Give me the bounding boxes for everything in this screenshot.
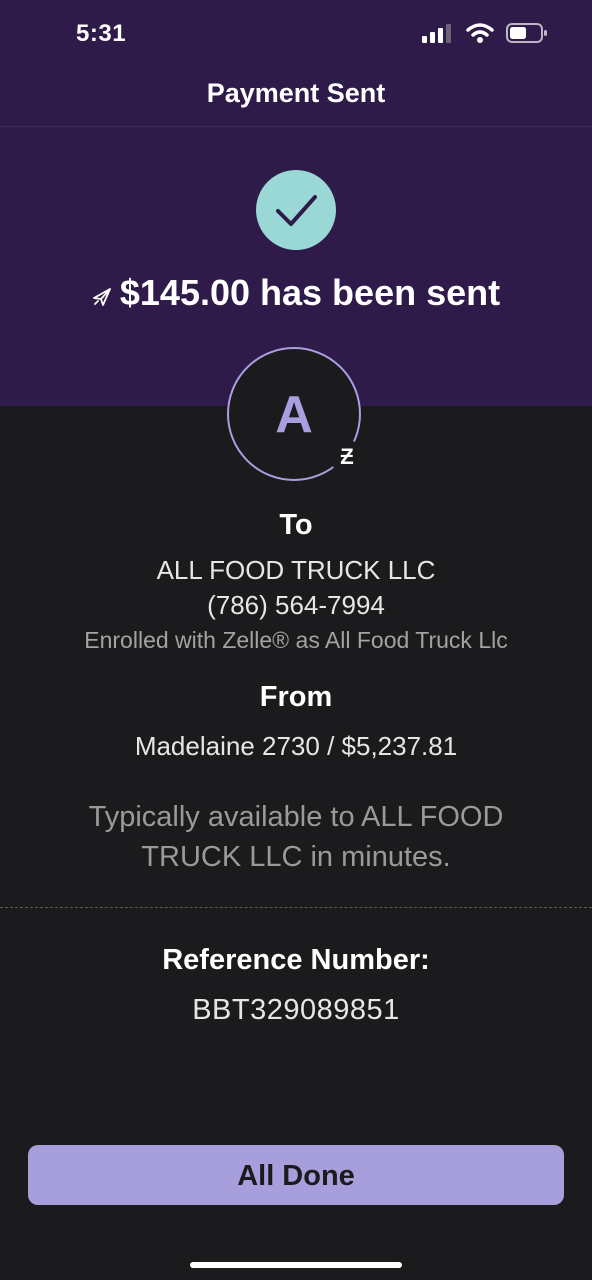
sender-account: Madelaine 2730 / $5,237.81 xyxy=(134,731,458,761)
home-indicator[interactable] xyxy=(190,1262,402,1268)
recipient-phone: (786) 564-7994 xyxy=(207,590,385,620)
page-title: Payment Sent xyxy=(206,78,386,108)
cellular-signal-icon xyxy=(422,23,454,48)
zelle-enrolled-text: Enrolled with Zelle® as All Food Truck L… xyxy=(84,627,508,653)
amount-sent-text: $145.00 has been sent xyxy=(119,272,501,313)
status-icons xyxy=(422,22,548,49)
wifi-icon xyxy=(466,22,494,49)
paper-plane-icon xyxy=(92,274,112,316)
payment-sent-screen: 5:31 Payment Sent $145.00 has been sent … xyxy=(0,0,592,1280)
checkmark-icon xyxy=(256,170,336,250)
to-label: To xyxy=(279,509,313,541)
availability-line-1: Typically available to ALL FOOD xyxy=(88,801,504,833)
avatar-initial: A xyxy=(275,386,313,444)
nav-bar: Payment Sent xyxy=(0,66,592,127)
all-done-button[interactable]: All Done xyxy=(28,1145,564,1205)
amount-sent-row: $145.00 has been sent xyxy=(0,272,592,316)
availability-line-2: TRUCK LLC in minutes. xyxy=(141,841,451,873)
from-label: From xyxy=(259,681,333,713)
battery-icon xyxy=(506,22,548,49)
availability-note: Typically available to ALL FOOD TRUCK LL… xyxy=(0,797,592,877)
recipient-name: ALL FOOD TRUCK LLC xyxy=(156,555,436,585)
dashed-divider xyxy=(0,907,592,908)
reference-number: BBT329089851 xyxy=(192,994,400,1026)
zelle-icon: Ƶ xyxy=(330,440,364,474)
status-time: 5:31 xyxy=(76,20,127,47)
reference-label: Reference Number: xyxy=(162,944,430,976)
status-bar: 5:31 xyxy=(0,0,592,66)
